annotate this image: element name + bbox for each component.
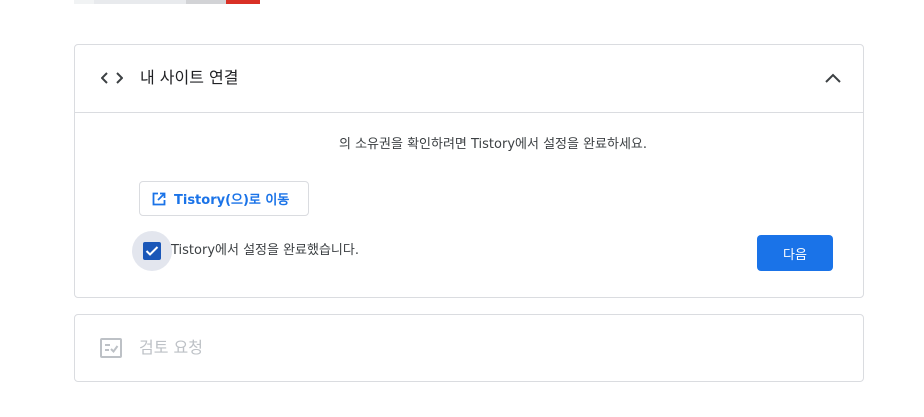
setup-complete-label: Tistory에서 설정을 완료했습니다. (171, 243, 359, 258)
top-image-strip (74, 0, 260, 4)
go-to-tistory-label: Tistory(으)로 이동 (174, 193, 290, 208)
ownership-description: 의 소유권을 확인하려면 Tistory에서 설정을 완료하세요. (339, 137, 648, 152)
checkmark-icon (145, 246, 159, 256)
connect-site-header[interactable]: 내 사이트 연결 (75, 45, 863, 113)
request-review-card[interactable]: 검토 요청 (74, 314, 864, 382)
next-button[interactable]: 다음 (757, 235, 833, 271)
go-to-tistory-button[interactable]: Tistory(으)로 이동 (139, 181, 309, 216)
request-review-title: 검토 요청 (139, 338, 203, 357)
chevron-up-icon (825, 73, 841, 83)
open-in-new-icon (152, 192, 166, 206)
checkbox-box (143, 242, 161, 260)
page: 내 사이트 연결 의 소유권을 확인하려면 Tistory에서 설정을 완료하세… (0, 0, 924, 417)
connect-site-title: 내 사이트 연결 (140, 68, 239, 87)
code-icon (99, 66, 125, 90)
connect-site-card: 내 사이트 연결 의 소유권을 확인하려면 Tistory에서 설정을 완료하세… (74, 44, 864, 298)
collapse-button[interactable] (819, 64, 847, 92)
checklist-icon (99, 336, 123, 360)
setup-complete-checkbox[interactable] (132, 231, 172, 271)
